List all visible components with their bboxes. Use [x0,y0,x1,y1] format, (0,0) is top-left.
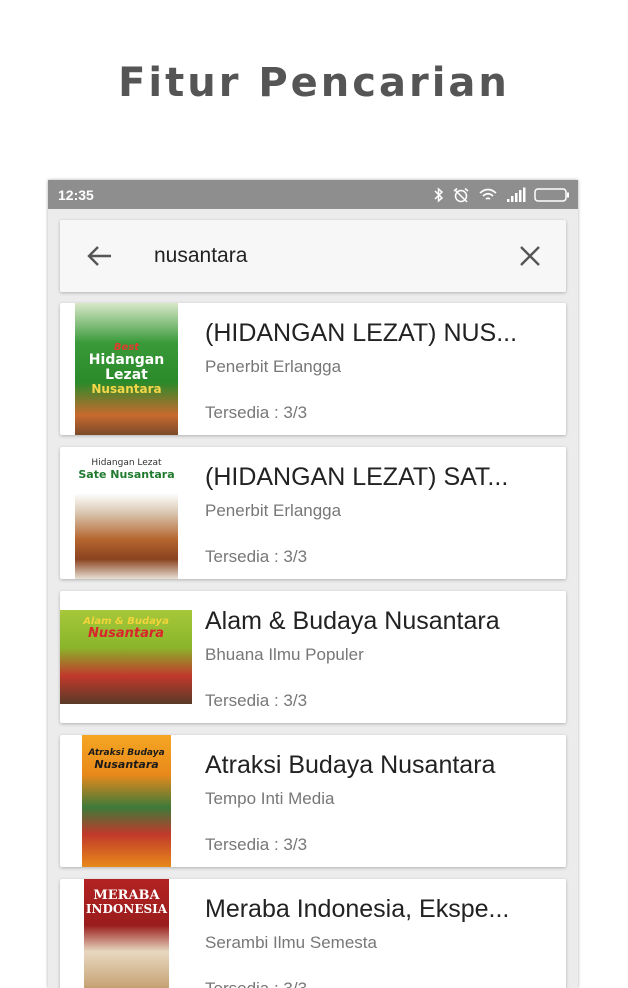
book-publisher: Tempo Inti Media [205,789,335,808]
arrow-back-icon [87,246,111,266]
cover-text-line: Sate Nusantara [78,467,175,481]
signal-icon [507,187,526,202]
status-time: 12:35 [58,186,94,203]
result-card[interactable]: Atraksi Budaya Nusantara Atraksi Budaya … [60,735,566,867]
cover-text-line: Best [113,341,140,353]
book-publisher: Penerbit Erlangga [205,501,342,520]
phone-frame: 12:35 nusantara Best Hidangan Lezat Nusa… [48,180,578,988]
cover-text-line: Lezat [105,366,148,383]
search-input[interactable] [140,236,494,276]
page-headline: Fitur Pencarian [118,60,510,106]
book-cover-image: MERABA INDONESIA [84,879,169,988]
bluetooth-icon [434,186,444,203]
cover-text-line: Nusantara [91,382,162,397]
wifi-icon [479,188,497,200]
cover-text-line: Nusantara [94,757,159,771]
result-card[interactable]: MERABA INDONESIA Meraba Indonesia, Ekspe… [60,879,566,988]
book-title: (HIDANGAN LEZAT) SAT... [205,463,509,491]
book-title: (HIDANGAN LEZAT) NUS... [205,319,518,347]
book-availability: Tersedia : 3/3 [205,403,308,422]
book-cover-image: Alam & Budaya Nusantara [60,610,192,704]
book-cover-image: Atraksi Budaya Nusantara [82,735,171,867]
result-card[interactable]: Hidangan Lezat Sate Nusantara (HIDANGAN … [60,447,566,579]
result-card[interactable]: Best Hidangan Lezat Nusantara (HIDANGAN … [60,303,566,435]
clear-search-button[interactable] [494,220,566,292]
book-cover-image: Hidangan Lezat Sate Nusantara [75,447,178,579]
book-cover-image: Best Hidangan Lezat Nusantara [75,303,178,435]
cover-text-line: INDONESIA [85,902,168,917]
result-card[interactable]: Alam & Budaya Nusantara Alam & Budaya Nu… [60,591,566,723]
book-title: Alam & Budaya Nusantara [205,607,500,635]
status-icons [434,186,570,203]
search-results-list: Best Hidangan Lezat Nusantara (HIDANGAN … [60,303,566,988]
alarm-off-icon [453,187,469,203]
book-title: Atraksi Budaya Nusantara [205,751,496,779]
battery-icon [534,187,569,202]
book-availability: Tersedia : 3/3 [205,691,308,710]
book-availability: Tersedia : 3/3 [205,979,307,988]
book-publisher: Serambi Ilmu Semesta [205,933,377,952]
book-publisher: Penerbit Erlangga [205,357,342,376]
close-icon [520,246,540,266]
book-title: Meraba Indonesia, Ekspe... [205,895,510,923]
search-bar [60,220,566,292]
cover-text-line: MERABA [93,888,160,903]
cover-text-line: Nusantara [87,626,165,641]
back-button[interactable] [60,220,140,292]
status-bar: 12:35 [48,180,578,209]
book-availability: Tersedia : 3/3 [205,835,308,854]
book-availability: Tersedia : 3/3 [205,547,308,566]
book-publisher: Bhuana Ilmu Populer [205,645,364,664]
cover-text-line: Hidangan [88,351,165,368]
